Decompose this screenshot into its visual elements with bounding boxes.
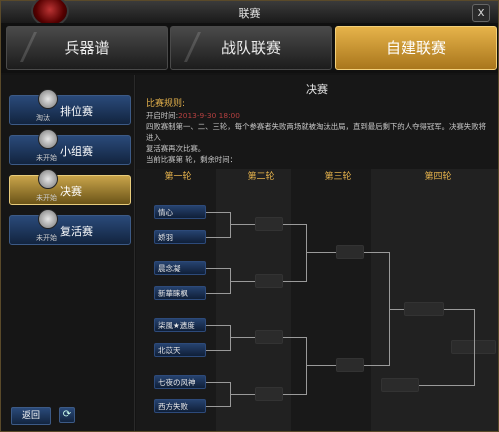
bracket-connector-line — [206, 350, 231, 351]
bracket-connector-line — [306, 365, 336, 366]
bracket-connector-line — [283, 337, 306, 338]
sidebar-item-final[interactable]: 未开始 决赛 — [9, 169, 131, 205]
tab-weapon-ranking[interactable]: 兵器谱 — [6, 26, 168, 70]
bracket-connector-line — [230, 281, 255, 282]
trophy-icon — [38, 209, 58, 229]
bracket-connector-line — [283, 224, 306, 225]
round-label: 第三轮 — [324, 172, 352, 182]
match-slot — [255, 387, 283, 401]
match-slot — [336, 358, 364, 372]
bracket-connector-line — [364, 365, 389, 366]
entrant-slot[interactable]: 七夜の风神 — [154, 375, 206, 389]
entrant-slot[interactable]: 情心 — [154, 205, 206, 219]
sidebar-item-status: 淘汰 — [36, 114, 50, 122]
sidebar-item-ranking[interactable]: 淘汰 排位赛 — [9, 89, 131, 125]
entrant-slot[interactable]: 西方失败 — [154, 399, 206, 413]
sidebar-item-status: 未开始 — [36, 154, 57, 162]
rules-text-2: 复活赛再次比赛。 — [146, 144, 206, 153]
bracket-connector-line — [364, 252, 389, 253]
rules-heading: 比赛规则: — [146, 99, 186, 109]
entrant-slot[interactable]: 北苡天 — [154, 343, 206, 357]
sidebar-item-label: 决赛 — [60, 185, 82, 198]
main-panel: 决赛 比赛规则: 开启时间:2013-9-30 18:00 四败赛制第一、二、三… — [136, 75, 498, 431]
sidebar-item-revival[interactable]: 未开始 复活赛 — [9, 209, 131, 245]
bracket-connector-line — [283, 281, 306, 282]
bracket-connector-line — [206, 293, 231, 294]
sidebar-item-group[interactable]: 未开始 小组赛 — [9, 129, 131, 165]
entrant-slot[interactable]: 娇羽 — [154, 230, 206, 244]
open-time-value: 2013-9-30 18:00 — [178, 111, 240, 120]
open-time-row: 开启时间:2013-9-30 18:00 — [146, 110, 492, 121]
match-slot — [381, 378, 419, 392]
sidebar-item-status: 未开始 — [36, 194, 57, 202]
bracket-connector-line — [306, 337, 307, 395]
tab-custom-league[interactable]: 自建联赛 — [335, 26, 497, 70]
bracket-connector-line — [230, 212, 231, 238]
title-bar: 联赛 x — [1, 0, 498, 27]
window-title: 联赛 — [238, 7, 261, 20]
trophy-icon — [38, 169, 58, 189]
bracket-connector-line — [230, 325, 231, 351]
refresh-icon[interactable]: ⟳ — [59, 407, 75, 423]
open-time-label: 开启时间: — [146, 111, 179, 120]
bracket-connector-line — [206, 325, 231, 326]
page-title: 决赛 — [306, 83, 328, 96]
tab-label: 自建联赛 — [385, 39, 446, 57]
entrant-slot[interactable]: 柒風★遗度 — [154, 318, 206, 332]
entrant-slot[interactable]: 新華睐枫 — [154, 286, 206, 300]
trophy-icon — [38, 129, 58, 149]
round-label: 第二轮 — [247, 172, 275, 182]
round-label: 第一轮 — [164, 172, 192, 182]
match-slot — [404, 302, 444, 316]
league-window: 联赛 x 兵器谱 战队联赛 自建联赛 淘汰 排位赛 未开始 小组赛 未开始 决赛… — [0, 0, 499, 432]
bracket-connector-line — [306, 252, 336, 253]
sidebar-item-status: 未开始 — [36, 234, 57, 242]
bracket-connector-line — [206, 237, 231, 238]
close-icon[interactable]: x — [472, 4, 490, 22]
bracket-connector-line — [230, 337, 255, 338]
tab-label: 兵器谱 — [64, 39, 110, 57]
sidebar-item-label: 排位赛 — [60, 105, 93, 118]
weapon-deco-icon — [20, 32, 67, 62]
tab-bar: 兵器谱 战队联赛 自建联赛 — [1, 23, 498, 73]
tab-team-league[interactable]: 战队联赛 — [170, 26, 332, 70]
trophy-icon — [38, 89, 58, 109]
bracket-connector-line — [206, 382, 231, 383]
bracket-connector-line — [306, 224, 307, 282]
rules-text-1: 四败赛制第一、二、三轮，每个参赛者失败两场就被淘汰出局，直到最后剩下的人夺得冠军… — [146, 122, 486, 142]
bracket-connector-line — [419, 385, 474, 386]
tab-label: 战队联赛 — [220, 39, 281, 57]
match-slot — [336, 245, 364, 259]
bracket-connector-line — [206, 268, 231, 269]
current-round-text: 当前比赛第 轮，剩余时间： — [146, 155, 238, 164]
match-slot — [255, 274, 283, 288]
bracket-connector-line — [206, 406, 231, 407]
bracket-connector-line — [206, 212, 231, 213]
bracket-connector-line — [444, 309, 474, 310]
sidebar-item-label: 小组赛 — [60, 145, 93, 158]
sidebar: 淘汰 排位赛 未开始 小组赛 未开始 决赛 未开始 复活赛 — [1, 75, 135, 431]
bracket-connector-line — [474, 309, 475, 386]
sidebar-item-label: 复活赛 — [60, 225, 93, 238]
bracket: 第一轮 第二轮 第三轮 第四轮 情心 娇羽 晨念凝 新華睐枫 柒風★遗度 北苡天… — [136, 169, 498, 431]
bracket-connector-line — [230, 224, 255, 225]
weapon-deco-icon — [184, 32, 231, 62]
bracket-connector-line — [230, 394, 255, 395]
entrant-slot[interactable]: 晨念凝 — [154, 261, 206, 275]
match-slot — [255, 217, 283, 231]
match-slot — [255, 330, 283, 344]
rules-block: 比赛规则: 开启时间:2013-9-30 18:00 四败赛制第一、二、三轮，每… — [146, 99, 492, 165]
back-button[interactable]: 返回 — [11, 407, 51, 425]
bracket-connector-line — [389, 309, 404, 310]
round-label: 第四轮 — [424, 172, 452, 182]
bracket-connector-line — [283, 394, 306, 395]
